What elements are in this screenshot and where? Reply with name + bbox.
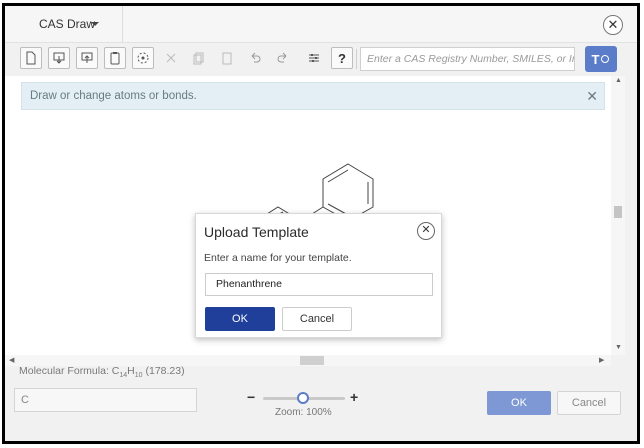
atom-input[interactable]: C: [14, 388, 197, 412]
dialog-ok-button[interactable]: OK: [205, 307, 275, 331]
window-title: CAS Draw: [39, 17, 96, 31]
select-icon[interactable]: [132, 47, 154, 69]
formula-element-h: H: [127, 365, 135, 377]
zoom-label: Zoom: 100%: [275, 407, 332, 418]
scroll-up-icon[interactable]: ▲: [615, 77, 622, 84]
formula-label: Molecular Formula:: [19, 365, 112, 377]
upload-template-dialog: Upload Template ✕ Enter a name for your …: [195, 213, 442, 338]
zoom-in-button[interactable]: +: [350, 389, 358, 405]
redo-icon[interactable]: [272, 47, 294, 69]
export-icon[interactable]: [76, 47, 98, 69]
scroll-right-icon[interactable]: ▶: [599, 356, 604, 364]
template-name-input[interactable]: Phenanthrene: [205, 273, 433, 296]
dialog-description: Enter a name for your template.: [204, 252, 352, 264]
toolbar-divider: [356, 49, 357, 69]
scroll-down-icon[interactable]: ▼: [615, 344, 622, 351]
new-file-icon[interactable]: [20, 47, 42, 69]
dialog-close-button[interactable]: ✕: [417, 222, 435, 240]
clipboard-icon[interactable]: [104, 47, 126, 69]
ok-button[interactable]: OK: [487, 391, 551, 415]
template-button-label: T: [591, 51, 600, 67]
search-input[interactable]: Enter a CAS Registry Number, SMILES, or …: [360, 47, 575, 71]
cut-icon[interactable]: [160, 47, 182, 69]
zoom-out-button[interactable]: −: [247, 389, 255, 405]
formula-subscript-c: 14: [119, 372, 128, 380]
toolbar: ? Enter a CAS Registry Number, SMILES, o…: [5, 42, 637, 76]
vertical-scroll-thumb[interactable]: [614, 206, 622, 218]
template-button[interactable]: T: [585, 46, 617, 72]
help-icon[interactable]: ?: [331, 47, 353, 69]
formula-subscript-h: 10: [134, 372, 143, 380]
formula-mass: (178.23): [142, 365, 185, 377]
title-bar: CAS Draw ✕: [5, 6, 637, 42]
import-icon[interactable]: [48, 47, 70, 69]
horizontal-scroll-thumb[interactable]: [300, 356, 324, 365]
paste-icon[interactable]: [216, 47, 238, 69]
scroll-left-icon[interactable]: ◀: [9, 356, 14, 364]
undo-icon[interactable]: [244, 47, 266, 69]
template-cursor-icon: [601, 55, 610, 63]
window-close-button[interactable]: ✕: [603, 15, 623, 35]
cancel-button[interactable]: Cancel: [557, 391, 621, 415]
zoom-slider-handle[interactable]: [297, 392, 309, 404]
vertical-scrollbar[interactable]: ▲ ▼: [611, 76, 625, 355]
dialog-cancel-button[interactable]: Cancel: [282, 307, 352, 331]
molecular-formula: Molecular Formula: C14H10 (178.23): [19, 365, 185, 379]
title-dropdown[interactable]: CAS Draw: [5, 6, 123, 42]
chevron-down-icon: [91, 22, 99, 26]
copy-icon[interactable]: [188, 47, 210, 69]
dialog-title: Upload Template: [204, 224, 309, 240]
settings-icon[interactable]: [303, 47, 325, 69]
